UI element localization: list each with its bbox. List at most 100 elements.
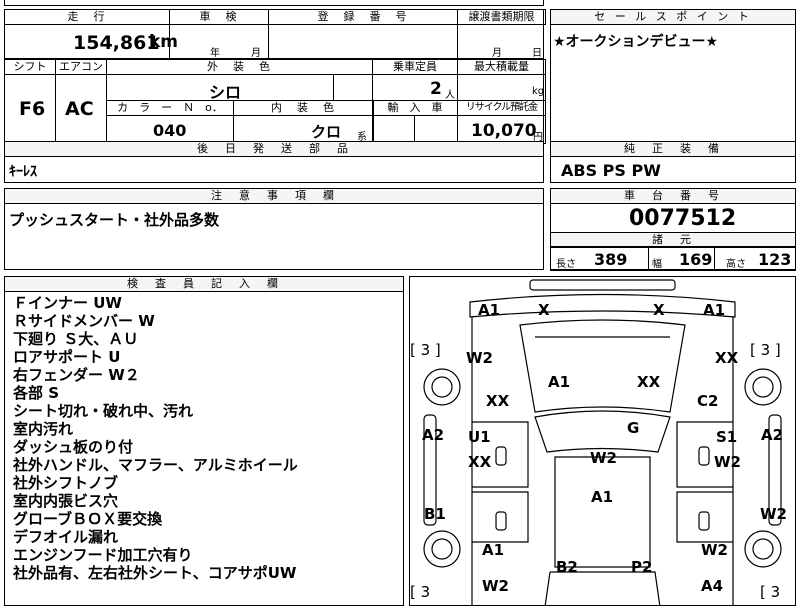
- damage-code: A1: [548, 373, 571, 391]
- damage-code: B2: [556, 558, 578, 576]
- inspector-label: 検 査 員 記 入 欄: [5, 277, 403, 292]
- aircon-value: AC: [65, 98, 94, 120]
- aircon-label: エアコン: [59, 60, 103, 73]
- damage-code: A2: [761, 426, 784, 444]
- damage-code: XX: [637, 373, 661, 391]
- color-no-label: カ ラ ー Ｎ o．: [117, 101, 223, 114]
- length-value: 389: [594, 250, 628, 269]
- inspector-line: 下廻り Ｓ大、ＡＵ: [13, 330, 139, 348]
- caution-box: 注 意 事 項 欄 プッシュスタート・社外品多数: [4, 188, 544, 270]
- oem-equipment-text: ABS PS PW: [561, 161, 661, 180]
- color-no-value: 040: [153, 121, 187, 140]
- tire-right-label: [ 3 ]: [750, 341, 781, 359]
- damage-code: W2: [701, 541, 728, 559]
- width-label: 幅: [652, 259, 662, 270]
- damage-code: A1: [703, 301, 726, 319]
- sales-point-box: セ ー ル ス ポ イ ン ト ★オークションデビュー★: [550, 9, 796, 143]
- damage-code: P2: [631, 558, 653, 576]
- later-parts-box: 後 日 発 送 部 品 ｷｰﾚｽ: [4, 141, 544, 183]
- sales-point-label: セ ー ル ス ポ イ ン ト: [551, 10, 795, 25]
- sales-point-text: ★オークションデビュー★: [553, 34, 719, 50]
- inspector-line: シート切れ・破れ中、汚れ: [13, 402, 194, 420]
- inspector-line: デフオイル漏れ: [13, 528, 119, 546]
- damage-code: U1: [468, 428, 491, 446]
- recycle-label: リサイクル預託金: [465, 102, 539, 113]
- damage-code: XX: [486, 392, 510, 410]
- year-unit: 年: [210, 48, 220, 59]
- damage-code: W2: [760, 505, 787, 523]
- mileage-unit: km: [149, 32, 179, 52]
- transfer-day: 日: [532, 48, 542, 59]
- registration-label: 登 録 番 号: [317, 10, 409, 23]
- damage-code: W2: [482, 577, 509, 595]
- top-info-block: 走 行 車 検 登 録 番 号 譲渡書類期限 154,861 km 年 月 月 …: [4, 9, 546, 60]
- shift-value: F6: [19, 98, 46, 120]
- inspector-line: 各部 S: [13, 384, 60, 402]
- caution-text: プッシュスタート・社外品多数: [9, 211, 220, 229]
- oem-equipment-label: 純 正 装 備: [551, 142, 795, 157]
- inspector-line: 社外シフトノブ: [13, 474, 119, 492]
- tire-left-label: [ 3 ]: [410, 341, 441, 359]
- maxload-unit: kg: [532, 86, 545, 97]
- caution-label: 注 意 事 項 欄: [5, 189, 543, 204]
- later-parts-text: ｷｰﾚｽ: [9, 164, 37, 180]
- length-label: 長さ: [556, 259, 576, 270]
- exterior-color-label: 外 装 色: [207, 60, 272, 73]
- inspector-line: Ｆインナー UW: [13, 294, 122, 312]
- damage-code: XX: [715, 349, 739, 367]
- capacity-value: 2: [430, 79, 442, 99]
- inspector-line: 右フェンダー W２: [13, 366, 140, 384]
- damage-code: W2: [590, 449, 617, 467]
- damage-code: A1: [482, 541, 505, 559]
- damage-code: A4: [701, 577, 724, 595]
- damage-code: C2: [697, 392, 719, 410]
- oem-equipment-box: 純 正 装 備 ABS PS PW: [550, 141, 796, 183]
- inspector-line: エンジンフード加工穴有り: [13, 546, 193, 564]
- width-value: 169: [679, 250, 713, 269]
- damage-code: A1: [591, 488, 614, 506]
- inspector-line: グローブＢＯＸ要交換: [13, 510, 163, 528]
- later-parts-label: 後 日 発 送 部 品: [5, 142, 543, 157]
- inspector-line: 室内内張ビス穴: [13, 492, 119, 510]
- height-value: 123: [758, 250, 792, 269]
- damage-code: A1: [478, 301, 501, 319]
- damage-code: A2: [422, 426, 445, 444]
- inspector-line: 社外ハンドル、マフラー、アルミホイール: [13, 456, 298, 474]
- interior-color-label: 内 装 色: [271, 101, 336, 114]
- chassis-label: 車 台 番 号: [551, 189, 795, 204]
- interior-color-value: クロ: [311, 123, 342, 141]
- transfer-label: 譲渡書類期限: [468, 10, 535, 23]
- damage-code: G: [627, 419, 640, 437]
- maxload-label: 最大積載量: [474, 60, 529, 73]
- recycle-value: 10,070: [471, 121, 537, 141]
- chassis-box: 車 台 番 号 0077512 諸 元 長さ 389 幅 169 高さ 123: [550, 188, 796, 271]
- mileage-value: 154,861: [73, 32, 160, 54]
- inspector-line: ロアサポート U: [13, 348, 121, 366]
- transfer-month: 月: [492, 48, 502, 59]
- capacity-unit: 人: [445, 90, 455, 101]
- chassis-value: 0077512: [629, 206, 737, 231]
- damage-code: X: [653, 301, 665, 319]
- height-label: 高さ: [726, 259, 746, 270]
- inspector-line: 社外品有、左右社外シート、コアサポUW: [13, 564, 297, 582]
- damage-code: XX: [468, 453, 492, 471]
- tire-bl-label: [ 3: [410, 583, 431, 601]
- inspector-box: 検 査 員 記 入 欄 Ｆインナー UW Ｒサイドメンバー W 下廻り Ｓ大、Ａ…: [4, 276, 404, 606]
- damage-code: W2: [466, 349, 493, 367]
- top-strip: [4, 0, 544, 6]
- shift-label: シフト: [13, 60, 47, 73]
- inspector-line: Ｒサイドメンバー W: [13, 312, 155, 330]
- inspector-line: 室内汚れ: [13, 420, 74, 438]
- month-unit: 月: [251, 48, 261, 59]
- capacity-label: 乗車定員: [393, 60, 437, 73]
- inspector-line: ダッシュ板のり付: [13, 438, 134, 456]
- tire-br-label: [ 3: [760, 583, 781, 601]
- car-diagram-box: [ 3 ] [ 3 ] [ 3 [ 3 A1 X X A1 W2 XX A1 X…: [409, 276, 796, 606]
- import-label: 輸 入 車: [387, 101, 443, 114]
- spec-block: シフト エアコン 外 装 色 乗車定員 最大積載量 F6 AC シロ 2 人 k…: [4, 59, 546, 144]
- mileage-label: 走 行: [67, 10, 107, 23]
- inspection-label: 車 検: [199, 10, 239, 23]
- damage-code: B1: [424, 505, 446, 523]
- damage-code: S1: [716, 428, 738, 446]
- damage-code: X: [538, 301, 550, 319]
